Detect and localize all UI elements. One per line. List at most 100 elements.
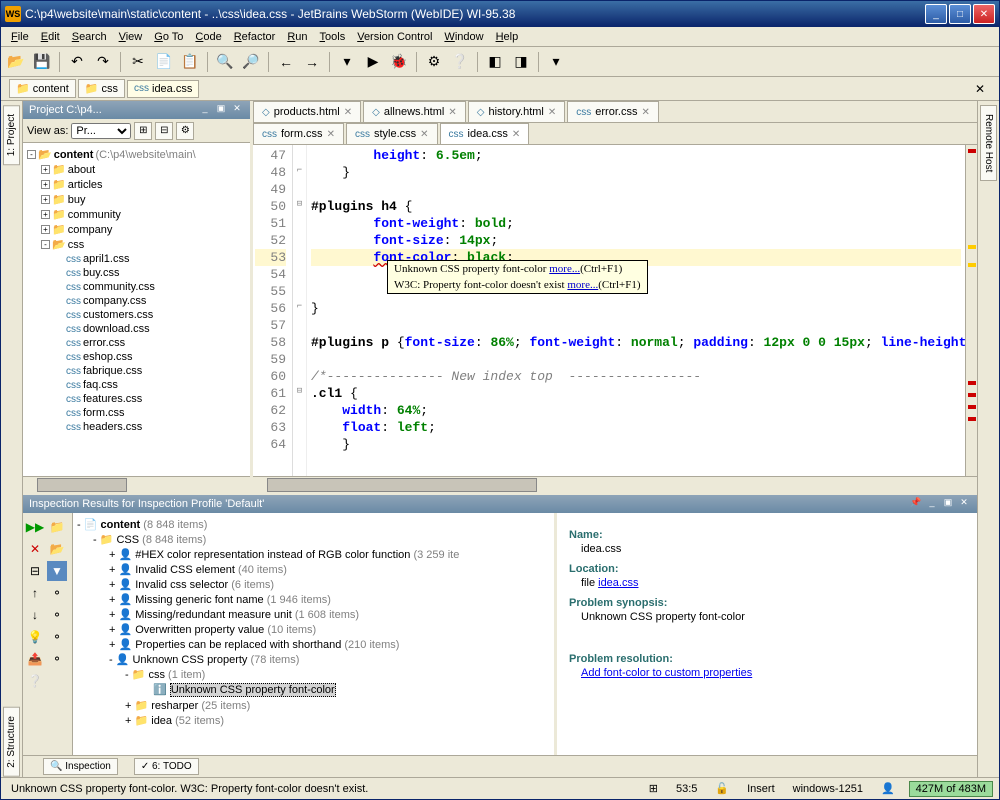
tool-button-c[interactable]: ⚬ bbox=[47, 627, 67, 647]
insp-minimize-icon[interactable]: _ bbox=[925, 497, 939, 511]
tab-close-icon[interactable]: ✕ bbox=[641, 107, 649, 118]
tab-close-icon[interactable]: ✕ bbox=[448, 107, 456, 118]
dropdown-button[interactable]: ▾ bbox=[545, 51, 567, 73]
menu-code[interactable]: Code bbox=[189, 29, 227, 45]
structure-tool-tab[interactable]: 2: Structure bbox=[3, 707, 20, 777]
status-encoding[interactable]: windows-1251 bbox=[789, 783, 867, 795]
close-all-tabs[interactable]: ✕ bbox=[969, 80, 991, 98]
crumb-css[interactable]: 📁 css bbox=[78, 79, 125, 98]
tab-error-css[interactable]: css error.css ✕ bbox=[567, 101, 659, 122]
file-fabrique-css[interactable]: css fabrique.css bbox=[27, 364, 246, 378]
file-buy-css[interactable]: css buy.css bbox=[27, 266, 246, 280]
minimize-button[interactable]: _ bbox=[925, 4, 947, 24]
redo-button[interactable]: ↷ bbox=[92, 51, 114, 73]
file-error-css[interactable]: css error.css bbox=[27, 336, 246, 350]
file-features-css[interactable]: css features.css bbox=[27, 392, 246, 406]
file-customers-css[interactable]: css customers.css bbox=[27, 308, 246, 322]
folder-community[interactable]: + 📁 community bbox=[27, 207, 246, 222]
menu-window[interactable]: Window bbox=[438, 29, 489, 45]
detail-resolution-link[interactable]: Add font-color to custom properties bbox=[581, 667, 752, 679]
tab-allnews-html[interactable]: ◇ allnews.html ✕ bbox=[363, 101, 466, 122]
insp-item[interactable]: + 👤 Overwritten property value (10 items… bbox=[77, 622, 550, 637]
panel-float-icon[interactable]: ▣ bbox=[214, 103, 228, 117]
insp-item[interactable]: + 👤 Properties can be replaced with shor… bbox=[77, 637, 550, 652]
file-company-css[interactable]: css company.css bbox=[27, 294, 246, 308]
paste-button[interactable]: 📋 bbox=[179, 51, 201, 73]
tab-close-icon[interactable]: ✕ bbox=[327, 129, 335, 140]
group-button[interactable]: 📁 bbox=[47, 517, 67, 537]
insp-item[interactable]: + 👤 #HEX color representation instead of… bbox=[77, 547, 550, 562]
save-button[interactable]: 💾 bbox=[31, 51, 53, 73]
menu-file[interactable]: File bbox=[5, 29, 35, 45]
todo-tab[interactable]: ✓ 6: TODO bbox=[134, 758, 199, 775]
code-lines[interactable]: height: 6.5em; }#plugins h4 { font-weigh… bbox=[307, 145, 965, 476]
menu-tools[interactable]: Tools bbox=[314, 29, 352, 45]
status-lock-icon[interactable]: 🔓 bbox=[711, 782, 733, 795]
open-button[interactable]: 📂 bbox=[5, 51, 27, 73]
folder-css[interactable]: - 📂 css bbox=[27, 237, 246, 252]
panel-minimize-icon[interactable]: _ bbox=[198, 103, 212, 117]
export-button[interactable]: 📤 bbox=[25, 649, 45, 669]
misc-button-1[interactable]: ◧ bbox=[484, 51, 506, 73]
folder-company[interactable]: + 📁 company bbox=[27, 222, 246, 237]
insp-close-icon[interactable]: ✕ bbox=[957, 497, 971, 511]
status-insert[interactable]: Insert bbox=[743, 783, 779, 795]
tab-close-icon[interactable]: ✕ bbox=[548, 107, 556, 118]
inspection-tree[interactable]: - 📄 content (8 848 items)- 📁 CSS (8 848 … bbox=[73, 513, 557, 755]
editor-hscroll[interactable] bbox=[253, 476, 977, 492]
undo-button[interactable]: ↶ bbox=[66, 51, 88, 73]
folder-button[interactable]: 📂 bbox=[47, 539, 67, 559]
crumb-idea-css[interactable]: css idea.css bbox=[127, 80, 199, 98]
replace-button[interactable]: 🔎 bbox=[240, 51, 262, 73]
detail-location-link[interactable]: idea.css bbox=[598, 577, 638, 589]
tab-form-css[interactable]: css form.css ✕ bbox=[253, 123, 344, 144]
gear-icon[interactable]: ⚙ bbox=[423, 51, 445, 73]
debug-button[interactable]: 🐞 bbox=[388, 51, 410, 73]
menu-refactor[interactable]: Refactor bbox=[228, 29, 282, 45]
file-form-css[interactable]: css form.css bbox=[27, 406, 246, 420]
tab-style-css[interactable]: css style.css ✕ bbox=[346, 123, 438, 144]
help-button[interactable]: ❔ bbox=[25, 671, 45, 691]
insp-float-icon[interactable]: ▣ bbox=[941, 497, 955, 511]
help-icon[interactable]: ❔ bbox=[449, 51, 471, 73]
lightbulb-icon[interactable]: 💡 bbox=[25, 627, 45, 647]
forward-button[interactable]: → bbox=[301, 51, 323, 73]
project-hscroll[interactable] bbox=[23, 476, 250, 492]
nav-up-button[interactable]: ↑ bbox=[25, 583, 45, 603]
settings-gear-icon[interactable]: ⚙ bbox=[176, 122, 194, 140]
menu-go-to[interactable]: Go To bbox=[148, 29, 189, 45]
folder-about[interactable]: + 📁 about bbox=[27, 162, 246, 177]
file-headers-css[interactable]: css headers.css bbox=[27, 420, 246, 434]
expand-all-button[interactable]: ⊞ bbox=[134, 122, 152, 140]
rerun-button[interactable]: ▶▶ bbox=[25, 517, 45, 537]
tab-close-icon[interactable]: ✕ bbox=[420, 129, 428, 140]
project-tree[interactable]: - 📂 content (C:\p4\website\main\+ 📁 abou… bbox=[23, 143, 250, 476]
inspection-tab[interactable]: 🔍 Inspection bbox=[43, 758, 118, 775]
status-man-icon[interactable]: 👤 bbox=[877, 782, 899, 795]
panel-close-icon[interactable]: ✕ bbox=[230, 103, 244, 117]
close-button[interactable]: ✕ bbox=[973, 4, 995, 24]
insp-item[interactable]: + 👤 Invalid css selector (6 items) bbox=[77, 577, 550, 592]
file-eshop-css[interactable]: css eshop.css bbox=[27, 350, 246, 364]
fold-column[interactable]: ⌐⊟⌐⊟ bbox=[293, 145, 307, 476]
file-faq-css[interactable]: css faq.css bbox=[27, 378, 246, 392]
project-tool-tab[interactable]: 1: Project bbox=[3, 105, 20, 165]
crumb-content[interactable]: 📁 content bbox=[9, 79, 76, 98]
run-button[interactable]: ▶ bbox=[362, 51, 384, 73]
folder-articles[interactable]: + 📁 articles bbox=[27, 177, 246, 192]
menu-search[interactable]: Search bbox=[66, 29, 113, 45]
tooltip-more-link-2[interactable]: more... bbox=[567, 279, 598, 291]
menu-version-control[interactable]: Version Control bbox=[351, 29, 438, 45]
collapse-all-button[interactable]: ⊟ bbox=[155, 122, 173, 140]
view-as-select[interactable]: Pr... bbox=[71, 123, 131, 139]
tab-close-icon[interactable]: ✕ bbox=[512, 129, 520, 140]
copy-button[interactable]: 📄 bbox=[153, 51, 175, 73]
delete-button[interactable]: ✕ bbox=[25, 539, 45, 559]
menu-run[interactable]: Run bbox=[281, 29, 313, 45]
back-button[interactable]: ← bbox=[275, 51, 297, 73]
tool-button-b[interactable]: ⚬ bbox=[47, 605, 67, 625]
cut-button[interactable]: ✂ bbox=[127, 51, 149, 73]
insp-item[interactable]: + 👤 Missing/redundant measure unit (1 60… bbox=[77, 607, 550, 622]
selected-problem[interactable]: Unknown CSS property font-color bbox=[170, 683, 336, 697]
tab-history-html[interactable]: ◇ history.html ✕ bbox=[468, 101, 566, 122]
